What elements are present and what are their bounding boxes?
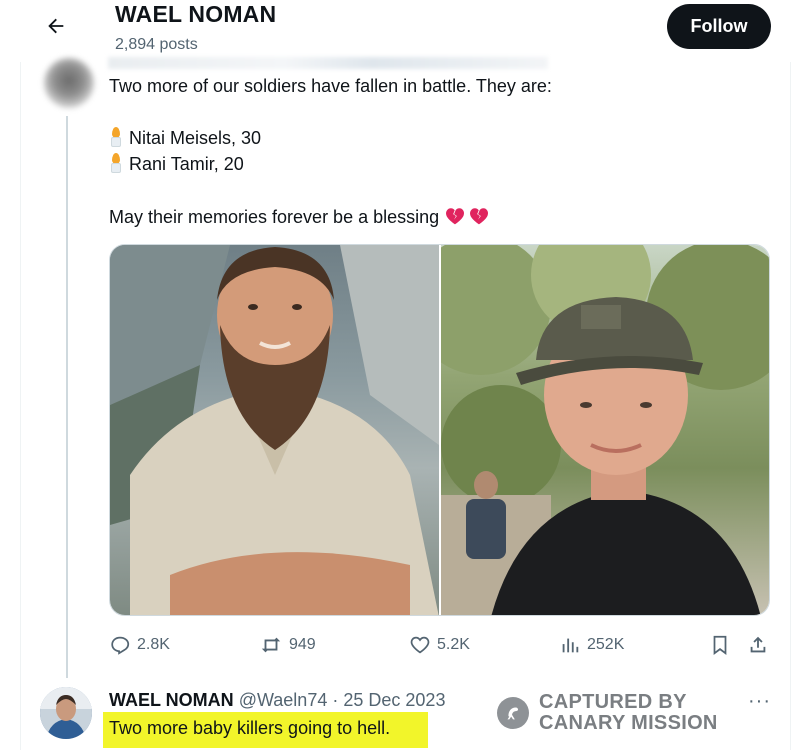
- tweet-text-line1: Two more of our soldiers have fallen in …: [109, 76, 552, 96]
- broken-heart-icon: [446, 208, 465, 225]
- reply-count: 2.8K: [137, 636, 170, 653]
- reply-author-handle[interactable]: @Waeln74: [239, 690, 328, 710]
- reply-author-name[interactable]: WAEL NOMAN: [109, 690, 234, 710]
- repost-button[interactable]: 949: [259, 630, 316, 660]
- blurred-avatar[interactable]: [44, 58, 94, 108]
- heart-icon: [410, 636, 430, 654]
- watermark-line-1: CAPTURED BY: [539, 691, 687, 713]
- canary-logo-icon: [497, 697, 529, 729]
- reply-author-avatar[interactable]: [40, 687, 92, 739]
- tweet-media-grid: [109, 244, 770, 616]
- repost-count: 949: [289, 636, 316, 653]
- broken-heart-icon: [470, 208, 489, 225]
- like-count: 5.2K: [437, 636, 470, 653]
- reply-icon: [111, 636, 130, 655]
- views-bar-chart-icon: [562, 638, 579, 653]
- soldier-name: Nitai Meisels, 30: [129, 128, 262, 148]
- tweet-text-blessing: May their memories forever be a blessing: [109, 205, 490, 228]
- reply-button[interactable]: 2.8K: [109, 630, 170, 660]
- photo-man-in-cap-icon: [441, 245, 769, 615]
- share-icon: [750, 636, 766, 653]
- blessing-text: May their memories forever be a blessing: [109, 207, 440, 227]
- fallen-soldier-item: Nitai Meisels, 30: [109, 127, 261, 149]
- soldier-name: Rani Tamir, 20: [129, 154, 244, 174]
- bookmark-icon: [713, 635, 727, 655]
- reply-text: Two more baby killers going to hell.: [109, 718, 391, 738]
- canary-mission-watermark: CAPTURED BY CANARY MISSION: [497, 692, 718, 734]
- timeline-left-border: [20, 0, 21, 750]
- watermark-line-2: CANARY MISSION: [539, 712, 718, 734]
- follow-button[interactable]: Follow: [667, 4, 771, 49]
- back-button[interactable]: [38, 8, 74, 44]
- reply-header: WAEL NOMAN @Waeln74 · 25 Dec 2023: [109, 690, 445, 711]
- view-count: 252K: [587, 636, 625, 653]
- photo-bearded-man-icon: [110, 245, 439, 615]
- candle-icon: [109, 153, 123, 173]
- like-button[interactable]: 5.2K: [409, 630, 470, 660]
- tweet-action-bar: 2.8K 949 5.2K 252K: [109, 630, 770, 660]
- media-photo-2[interactable]: [441, 245, 769, 615]
- thread-connector-line: [66, 116, 68, 678]
- reply-date[interactable]: 25 Dec 2023: [343, 690, 445, 710]
- bookmark-button[interactable]: [709, 630, 737, 660]
- blurred-author-name: [108, 57, 548, 69]
- fallen-soldier-item: Rani Tamir, 20: [109, 153, 244, 175]
- timeline-right-border: [790, 0, 791, 750]
- views-button[interactable]: 252K: [559, 630, 624, 660]
- post-count: 2,894 posts: [115, 36, 198, 53]
- avatar-photo-icon: [40, 687, 92, 739]
- media-photo-1[interactable]: [110, 245, 439, 615]
- share-button[interactable]: [747, 630, 775, 660]
- arrow-left-icon: [48, 18, 64, 34]
- candle-icon: [109, 127, 123, 147]
- more-options-button[interactable]: ···: [748, 690, 771, 713]
- profile-header: WAEL NOMAN 2,894 posts Follow: [0, 0, 800, 62]
- meta-separator: ·: [332, 690, 339, 710]
- profile-name: WAEL NOMAN: [115, 1, 277, 27]
- repost-icon: [261, 637, 281, 653]
